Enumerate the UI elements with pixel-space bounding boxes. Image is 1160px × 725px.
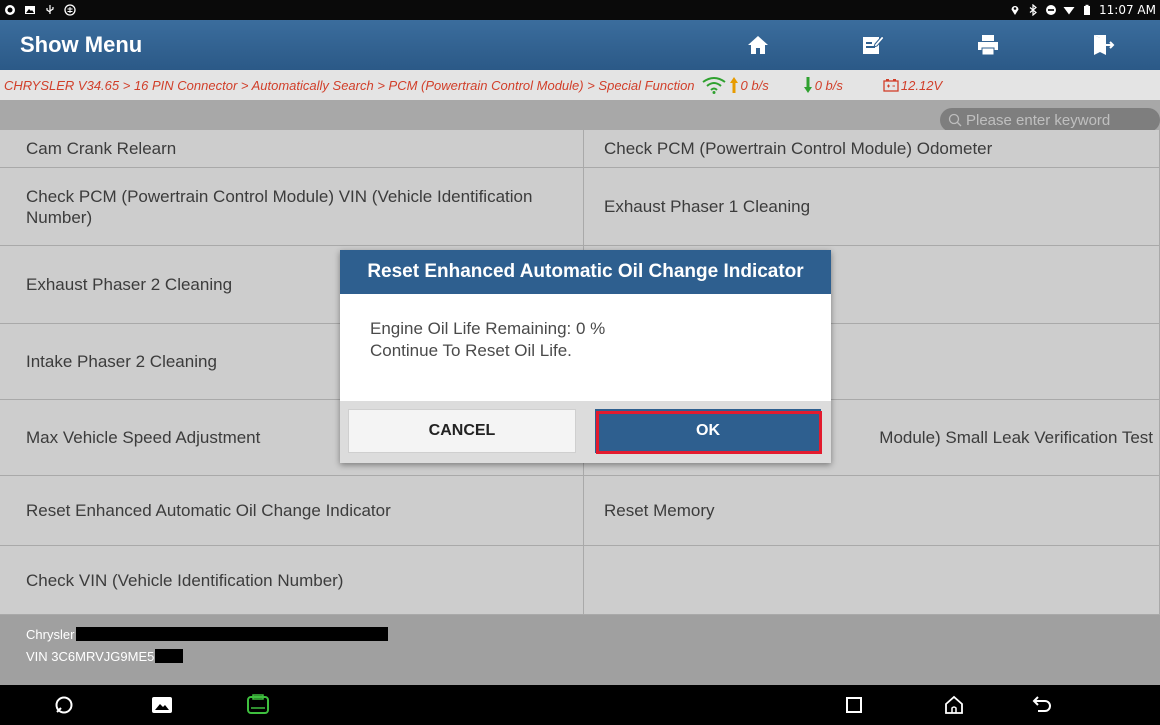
home-icon: [747, 36, 768, 54]
gallery-button[interactable]: [142, 685, 182, 725]
home-button[interactable]: [700, 20, 815, 70]
recent-apps-icon: [846, 697, 862, 713]
breadcrumb: CHRYSLER V34.65 > 16 PIN Connector > Aut…: [0, 70, 1160, 100]
redaction-bar: [155, 649, 184, 663]
dialog-line-oil-life: Engine Oil Life Remaining: 0 %: [370, 319, 606, 338]
download-speed: 0 b/s: [814, 77, 843, 93]
upload-speed: 0 b/s: [740, 77, 769, 93]
exit-button[interactable]: [1045, 20, 1160, 70]
recent-apps-button[interactable]: [834, 685, 874, 725]
battery-icon: [1084, 4, 1091, 15]
back-icon: [1032, 696, 1051, 712]
gallery-icon: [152, 697, 172, 713]
redaction-bar: [76, 627, 389, 641]
back-button[interactable]: [1022, 685, 1062, 725]
edit-report-icon: [862, 35, 885, 54]
edit-report-button[interactable]: [815, 20, 930, 70]
dialog-buttons: CANCEL OK: [340, 401, 831, 463]
debug-icon: [64, 4, 76, 16]
app-bar: Show Menu: [0, 20, 1160, 70]
dialog-line-continue: Continue To Reset Oil Life.: [370, 341, 572, 360]
dialog-title: Reset Enhanced Automatic Oil Change Indi…: [340, 250, 831, 294]
system-nav-bar: [0, 685, 1160, 725]
print-icon: [977, 35, 998, 56]
app-notification-icon: [5, 5, 15, 15]
vci-icon: [247, 694, 269, 714]
page-title: Show Menu: [20, 32, 143, 57]
wifi-signal-icon: [1063, 7, 1075, 15]
status-time: 11:07 AM: [1099, 3, 1156, 17]
dialog-message: Engine Oil Life Remaining: 0 % Continue …: [340, 294, 831, 401]
app-shortcut-button[interactable]: [44, 685, 84, 725]
status-bar: 11:07 AM: [0, 0, 1160, 20]
location-icon: [1011, 6, 1019, 15]
vehicle-vin: VIN 3C6MRVJG9ME5: [26, 648, 155, 664]
home-nav-icon: [945, 695, 963, 714]
search-app-icon: [55, 696, 73, 714]
battery-voltage-icon: [883, 79, 899, 92]
voltage: 12.12V: [900, 77, 943, 93]
exit-icon: [1093, 35, 1114, 55]
ok-button[interactable]: OK: [595, 409, 821, 453]
print-button[interactable]: [930, 20, 1045, 70]
home-nav-button[interactable]: [934, 685, 974, 725]
wifi-icon: [701, 77, 726, 94]
image-notification-icon: [25, 6, 35, 14]
usb-icon: [46, 5, 54, 14]
upload-arrow-icon: [729, 77, 738, 93]
breadcrumb-path: CHRYSLER V34.65 > 16 PIN Connector > Aut…: [4, 77, 695, 93]
vci-button[interactable]: [238, 685, 278, 725]
confirm-dialog: Reset Enhanced Automatic Oil Change Indi…: [340, 250, 831, 463]
vehicle-info-footer: Chrysler VIN 3C6MRVJG9ME5: [0, 615, 1160, 685]
vehicle-make: Chrysler: [26, 626, 75, 642]
bluetooth-icon: [1029, 4, 1037, 16]
cancel-button[interactable]: CANCEL: [348, 409, 576, 453]
download-arrow-icon: [803, 77, 812, 93]
do-not-disturb-icon: [1046, 5, 1057, 15]
